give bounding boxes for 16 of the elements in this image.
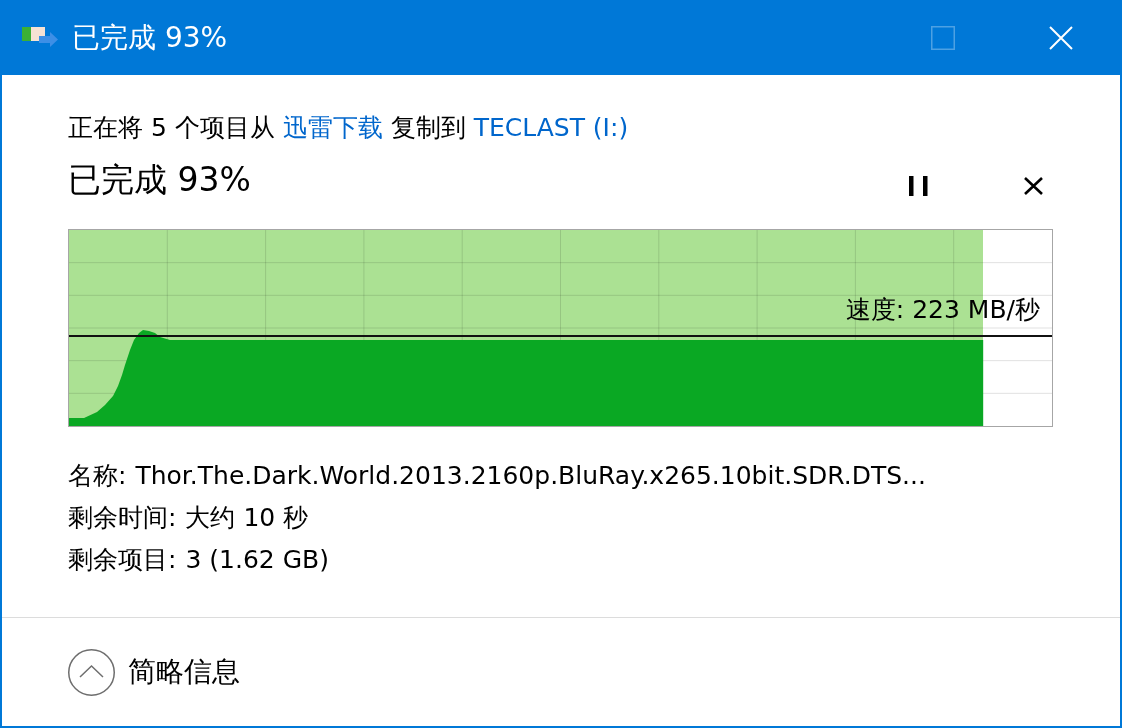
detail-label: 剩余时间: xyxy=(68,502,177,534)
pause-icon xyxy=(908,176,928,196)
close-icon xyxy=(1023,177,1043,195)
file-copy-icon xyxy=(22,27,58,48)
speed-reading: 速度: 223 MB/秒 xyxy=(845,295,1040,325)
location-link[interactable]: TECLAST (I:) xyxy=(473,113,629,142)
location-link[interactable]: 迅雷下载 xyxy=(282,113,383,142)
detail-label: 剩余项目: xyxy=(68,544,177,576)
detail-value: 大约 10 秒 xyxy=(185,502,309,534)
detail-value: Thor.The.Dark.World.2013.2160p.BluRay.x265.10bit.SDR.DTS... xyxy=(135,460,926,492)
progress-percent: 已完成 93% xyxy=(68,159,251,201)
details-toggle-button[interactable]: 简略信息 xyxy=(68,648,240,696)
detail-value: 3 (1.62 GB) xyxy=(185,544,329,576)
window-title: 已完成 93% xyxy=(72,19,228,56)
detail-label: 名称: xyxy=(68,460,127,492)
copy-summary: 正在将 5 个项目从 迅雷下载 复制到 TECLAST (I:) xyxy=(68,112,629,144)
